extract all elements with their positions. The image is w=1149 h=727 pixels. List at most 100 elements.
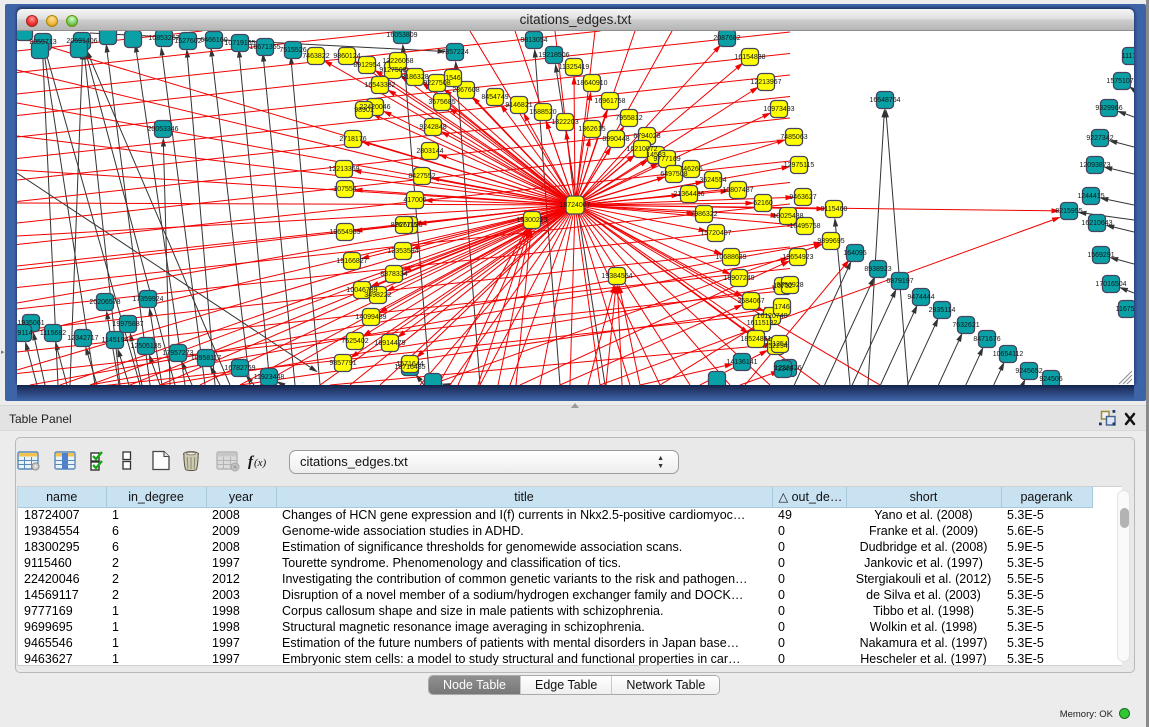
svg-text:8427552: 8427552: [408, 173, 435, 180]
svg-text:7955812: 7955812: [615, 115, 642, 122]
svg-text:3675685: 3675685: [428, 99, 455, 106]
svg-text:7485063: 7485063: [780, 134, 807, 141]
svg-text:8454749: 8454749: [481, 94, 508, 101]
svg-text:7986322: 7986322: [690, 211, 717, 218]
svg-text:9857791: 9857791: [329, 360, 356, 367]
svg-text:98901: 98901: [354, 107, 374, 114]
svg-text:2803144: 2803144: [416, 148, 443, 155]
svg-text:9227342: 9227342: [1086, 135, 1113, 142]
svg-text:16115132: 16115132: [747, 320, 778, 327]
svg-text:2935114: 2935114: [929, 307, 956, 314]
svg-text:16671355: 16671355: [249, 44, 280, 51]
svg-text:18524851: 18524851: [740, 336, 771, 343]
svg-text:8186328: 8186328: [401, 74, 428, 81]
svg-text:10025438: 10025438: [772, 213, 803, 220]
svg-text:8813054: 8813054: [520, 37, 547, 44]
svg-text:19654923: 19654923: [782, 254, 813, 261]
svg-text:1362615: 1362615: [578, 126, 605, 133]
svg-text:17957273: 17957273: [162, 350, 193, 357]
svg-text:62160: 62160: [753, 200, 773, 207]
svg-text:1115682: 1115682: [40, 330, 66, 337]
svg-text:18640910: 18640910: [576, 80, 607, 87]
svg-text:7357224: 7357224: [441, 49, 468, 56]
svg-text:9463627: 9463627: [789, 194, 816, 201]
svg-text:11172: 11172: [1122, 53, 1134, 60]
svg-text:10807487: 10807487: [722, 187, 753, 194]
svg-text:18724007: 18724007: [559, 202, 590, 209]
svg-text:8878334: 8878334: [380, 271, 407, 278]
svg-text:1527602: 1527602: [174, 38, 201, 45]
svg-text:9756928: 9756928: [776, 282, 803, 289]
svg-text:73341: 73341: [773, 366, 793, 373]
svg-text:1546: 1546: [445, 75, 461, 82]
svg-text:12975115: 12975115: [784, 162, 815, 169]
svg-text:3498222: 3498222: [364, 292, 391, 299]
svg-text:9245652: 9245652: [1015, 368, 1042, 375]
svg-text:10958117: 10958117: [191, 355, 222, 362]
svg-text:17016504: 17016504: [1095, 281, 1126, 288]
svg-text:6879197: 6879197: [886, 278, 913, 285]
svg-text:1322203: 1322203: [551, 119, 578, 126]
svg-text:10654112: 10654112: [993, 351, 1024, 358]
svg-text:2867608: 2867608: [452, 87, 479, 94]
svg-text:2718176: 2718176: [339, 136, 366, 143]
svg-text:19384554: 19384554: [601, 273, 632, 280]
svg-text:12213967: 12213967: [750, 79, 781, 86]
svg-text:10688639: 10688639: [715, 254, 746, 261]
svg-text:1571644: 1571644: [396, 361, 423, 368]
svg-text:15751074: 15751074: [1106, 78, 1134, 85]
svg-text:20053346: 20053346: [147, 126, 178, 133]
svg-text:1244415: 1244415: [1077, 193, 1104, 200]
svg-text:16120740: 16120740: [756, 313, 787, 320]
svg-text:(x): (x): [254, 457, 267, 469]
svg-text:13226058: 13226058: [382, 58, 413, 65]
svg-text:19654985: 19654985: [329, 229, 360, 236]
svg-text:19166827: 19166827: [336, 258, 367, 265]
svg-text:12093873: 12093873: [1079, 162, 1110, 169]
svg-text:16210643: 16210643: [1081, 220, 1112, 227]
svg-text:17359924: 17359924: [132, 296, 163, 303]
svg-text:9115460: 9115460: [821, 206, 848, 213]
svg-text:16648764: 16648764: [869, 97, 900, 104]
svg-text:9127508: 9127508: [379, 67, 406, 74]
svg-text:6794028: 6794028: [633, 133, 660, 140]
svg-text:14099489: 14099489: [355, 314, 386, 321]
svg-text:1588520: 1588520: [529, 109, 556, 116]
svg-text:19975887: 19975887: [112, 321, 143, 328]
svg-text:12505135: 12505135: [130, 343, 161, 350]
svg-text:11325419: 11325419: [559, 64, 590, 71]
svg-text:8267115: 8267115: [391, 222, 418, 229]
svg-text:8215955: 8215955: [1055, 208, 1082, 215]
svg-text:9777169: 9777169: [653, 156, 680, 163]
svg-text:12353594: 12353594: [387, 248, 418, 255]
svg-text:924506: 924506: [1039, 376, 1062, 383]
svg-text:15300213: 15300213: [516, 217, 547, 224]
svg-text:7632621: 7632621: [952, 322, 979, 329]
svg-text:6497508: 6497508: [660, 171, 687, 178]
svg-text:10973493: 10973493: [763, 106, 794, 113]
svg-text:1746: 1746: [774, 304, 790, 311]
svg-text:8912954: 8912954: [353, 62, 380, 69]
svg-text:164095: 164095: [843, 250, 866, 257]
svg-text:16154838: 16154838: [734, 54, 765, 61]
svg-text:11923448: 11923448: [254, 374, 285, 381]
svg-text:1145194: 1145194: [102, 337, 129, 344]
svg-text:3684067: 3684067: [737, 298, 764, 305]
svg-text:39114: 39114: [17, 330, 33, 337]
svg-text:12213369: 12213369: [328, 166, 359, 173]
svg-text:20691406: 20691406: [66, 38, 97, 45]
svg-text:9474444: 9474444: [907, 294, 934, 301]
svg-text:8990448: 8990448: [602, 136, 629, 143]
svg-text:16053809: 16053809: [386, 32, 417, 39]
svg-text:16782759: 16782759: [224, 365, 255, 372]
svg-text:1254: 1254: [772, 341, 788, 348]
svg-text:8938923: 8938923: [864, 266, 891, 273]
svg-text:9242848: 9242848: [419, 124, 446, 131]
svg-text:16914479: 16914479: [374, 340, 405, 347]
svg-text:9899695: 9899695: [817, 238, 844, 245]
svg-text:2087682: 2087682: [713, 35, 740, 42]
svg-text:9329966: 9329966: [1095, 105, 1122, 112]
svg-text:16961758: 16961758: [594, 98, 625, 105]
svg-text:21364436: 21364436: [673, 191, 704, 198]
svg-text:15720407: 15720407: [700, 230, 731, 237]
